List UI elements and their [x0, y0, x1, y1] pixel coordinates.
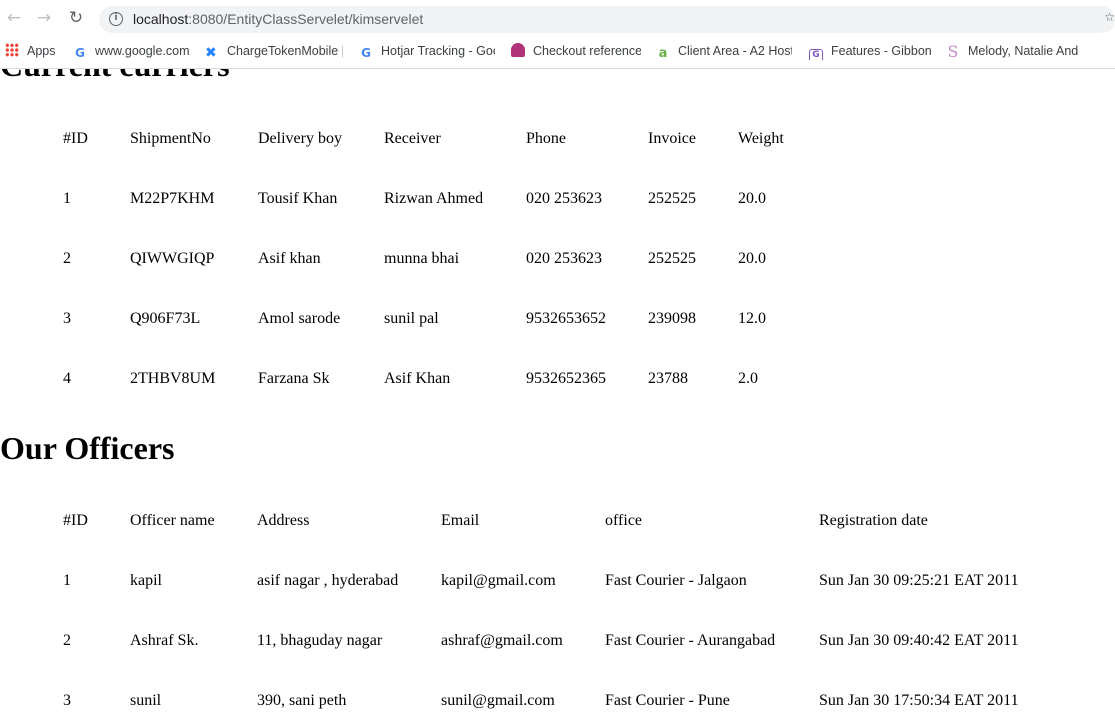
couriers-table-cell: 20.0 [738, 250, 766, 267]
couriers-table-cell: Asif Khan [384, 370, 451, 387]
officers-header-cell: Registration date [819, 512, 928, 529]
bookmark-google[interactable]: Gwww.google.com [73, 42, 193, 60]
couriers-table-cell: 23788 [648, 370, 688, 387]
officers-heading: Our Officers [0, 430, 175, 466]
couriers-header-cell: Receiver [384, 130, 441, 147]
officers-table-cell: ashraf@gmail.com [441, 632, 563, 649]
officers-header-cell: Email [441, 512, 480, 529]
url-text[interactable]: localhost:8080/EntityClassServelet/kimse… [133, 11, 423, 27]
bookmarks-bar: Apps Gwww.google.com ✖ ChargeTokenMobile … [0, 40, 1115, 62]
couriers-table-cell: 252525 [648, 250, 696, 267]
couriers-table-cell: 020 253623 [526, 250, 602, 267]
officers-header-cell: Officer name [130, 512, 215, 529]
officers-table-cell: Sun Jan 30 09:40:42 EAT 2011 [819, 632, 1019, 649]
couriers-table-cell: 020 253623 [526, 190, 602, 207]
officers-header-cell: #ID [63, 512, 88, 529]
officers-table-cell: Fast Courier - Pune [605, 692, 730, 709]
bookmark-label: Hotjar Tracking - Goo [381, 44, 495, 58]
couriers-table-cell: Farzana Sk [258, 370, 330, 387]
officers-table-cell: sunil@gmail.com [441, 692, 555, 709]
officers-table-cell: kapil [130, 572, 162, 589]
officers-table-cell: sunil [130, 692, 162, 709]
bookmark-label: Melody, Natalie And [968, 44, 1079, 58]
couriers-header-cell: ShipmentNo [130, 130, 211, 147]
a2-icon: a [658, 46, 668, 61]
officers-table-cell: kapil@gmail.com [441, 572, 556, 589]
address-bar[interactable]: i localhost:8080/EntityClassServelet/kim… [99, 6, 1115, 33]
couriers-table-cell: 2THBV8UM [130, 370, 216, 387]
officers-table-cell: Fast Courier - Aurangabad [605, 632, 776, 649]
officers-table-cell: 2 [63, 632, 71, 649]
officers-table-cell: Fast Courier - Jalgaon [605, 572, 747, 589]
couriers-table-cell: Rizwan Ahmed [384, 190, 484, 207]
couriers-table-cell: Q906F73L [130, 310, 201, 327]
officers-table-cell: Sun Jan 30 17:50:34 EAT 2011 [819, 692, 1019, 709]
bookmark-gibbon[interactable]: G Features - Gibbon [809, 42, 931, 60]
officers-header-cell: office [605, 512, 643, 529]
back-arrow-icon[interactable]: ← [4, 8, 24, 28]
bookmark-checkout[interactable]: Checkout reference [511, 42, 641, 60]
officers-table-cell: 3 [63, 692, 71, 709]
bookmark-apps[interactable]: Apps [5, 42, 56, 60]
officers-table-cell: 11, bhaguday nagar [257, 632, 383, 649]
couriers-table-cell: 4 [63, 370, 71, 387]
couriers-table-cell: 2.0 [738, 370, 758, 387]
couriers-table-cell: 20.0 [738, 190, 766, 207]
url-host: localhost [133, 11, 189, 27]
couriers-table-cell: Amol sarode [258, 310, 341, 327]
forward-arrow-icon[interactable]: → [34, 8, 54, 28]
google-icon: G [361, 46, 371, 60]
officers-header-cell: Address [257, 512, 310, 529]
bookmark-hotjar[interactable]: G Hotjar Tracking - Goo [359, 42, 495, 60]
couriers-header-cell: Delivery boy [258, 130, 342, 147]
bookmark-label: ChargeTokenMobile | [227, 44, 343, 58]
couriers-table-cell: 252525 [648, 190, 696, 207]
info-icon[interactable]: i [109, 12, 123, 26]
officers-table-cell: 390, sani peth [257, 692, 347, 709]
couriers-table-cell: munna bhai [384, 250, 460, 267]
browser-toolbar: ← → ↻ i localhost:8080/EntityClassServel… [0, 0, 1115, 37]
couriers-table-cell: Asif khan [258, 250, 321, 267]
confluence-icon: ✖ [205, 45, 217, 60]
officers-table-cell: Ashraf Sk. [130, 632, 199, 649]
apps-grid-icon [5, 43, 19, 57]
couriers-table-cell: 9532653652 [526, 310, 606, 327]
google-icon: G [75, 46, 85, 60]
couriers-table-cell: 9532652365 [526, 370, 606, 387]
bookmark-label: Client Area - A2 Host [678, 44, 792, 58]
octopus-icon [511, 43, 525, 57]
url-path: :8080/EntityClassServelet/kimservelet [188, 11, 424, 27]
couriers-header-cell: #ID [63, 130, 88, 147]
couriers-table-cell: 12.0 [738, 310, 766, 327]
couriers-table-cell: 3 [63, 310, 71, 327]
s-icon: S [947, 42, 959, 60]
couriers-table-cell: Tousif Khan [258, 190, 338, 207]
bookmark-chargetoken[interactable]: ✖ ChargeTokenMobile | [205, 42, 343, 60]
page-content: Current curriers #IDShipmentNoDelivery b… [0, 0, 1115, 724]
bookmark-label: Apps [27, 44, 56, 58]
couriers-table-cell: M22P7KHM [130, 190, 215, 207]
gibbon-icon: G [809, 49, 823, 60]
bookmark-label: www.google.com [95, 44, 190, 58]
couriers-header-cell: Phone [526, 130, 566, 147]
couriers-table-cell: QIWWGIQP [130, 250, 215, 267]
bookmark-label: Checkout reference [533, 44, 641, 58]
couriers-header-cell: Invoice [648, 130, 696, 147]
bookmark-melody[interactable]: S Melody, Natalie And [946, 42, 1081, 60]
bookmark-label: Features - Gibbon [831, 44, 931, 58]
browser-chrome: ← → ↻ i localhost:8080/EntityClassServel… [0, 0, 1115, 69]
reload-icon[interactable]: ↻ [66, 8, 86, 28]
couriers-table-cell: 239098 [648, 310, 696, 327]
bookmark-star-icon[interactable]: ☆ [1104, 10, 1115, 24]
couriers-table-cell: 2 [63, 250, 71, 267]
officers-table-cell: 1 [63, 572, 71, 589]
officers-table-cell: Sun Jan 30 09:25:21 EAT 2011 [819, 572, 1019, 589]
couriers-header-cell: Weight [738, 130, 784, 147]
bookmark-a2host[interactable]: a Client Area - A2 Host [656, 42, 792, 60]
officers-table-cell: asif nagar , hyderabad [257, 572, 399, 589]
couriers-table-cell: sunil pal [384, 310, 439, 327]
couriers-table-cell: 1 [63, 190, 71, 207]
